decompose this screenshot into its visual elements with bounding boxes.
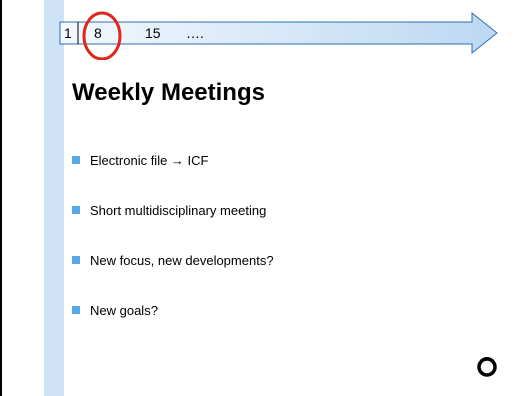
bullet-text: Short multidisciplinary meeting [90,203,267,218]
timeline-item-ellipsis: …. [186,25,204,41]
bullet-square-icon [72,156,80,164]
timeline-item-15: 15 [145,25,161,41]
bullet-text: New goals? [90,303,158,318]
timeline-arrow [59,11,498,60]
bullet-square-icon [72,256,80,264]
slide-title: Weekly Meetings [72,79,265,106]
timeline-item-8: 8 [94,25,102,41]
bullet-text: Electronic file → ICF [90,153,209,168]
slide: 1 8 15 …. Weekly Meetings Electronic fil… [0,0,518,396]
timeline-item-1: 1 [64,25,72,41]
bullet-text: New focus, new developments? [90,253,274,268]
bullet-square-icon [72,306,80,314]
organization-logo-icon [477,357,497,377]
bullet-square-icon [72,206,80,214]
